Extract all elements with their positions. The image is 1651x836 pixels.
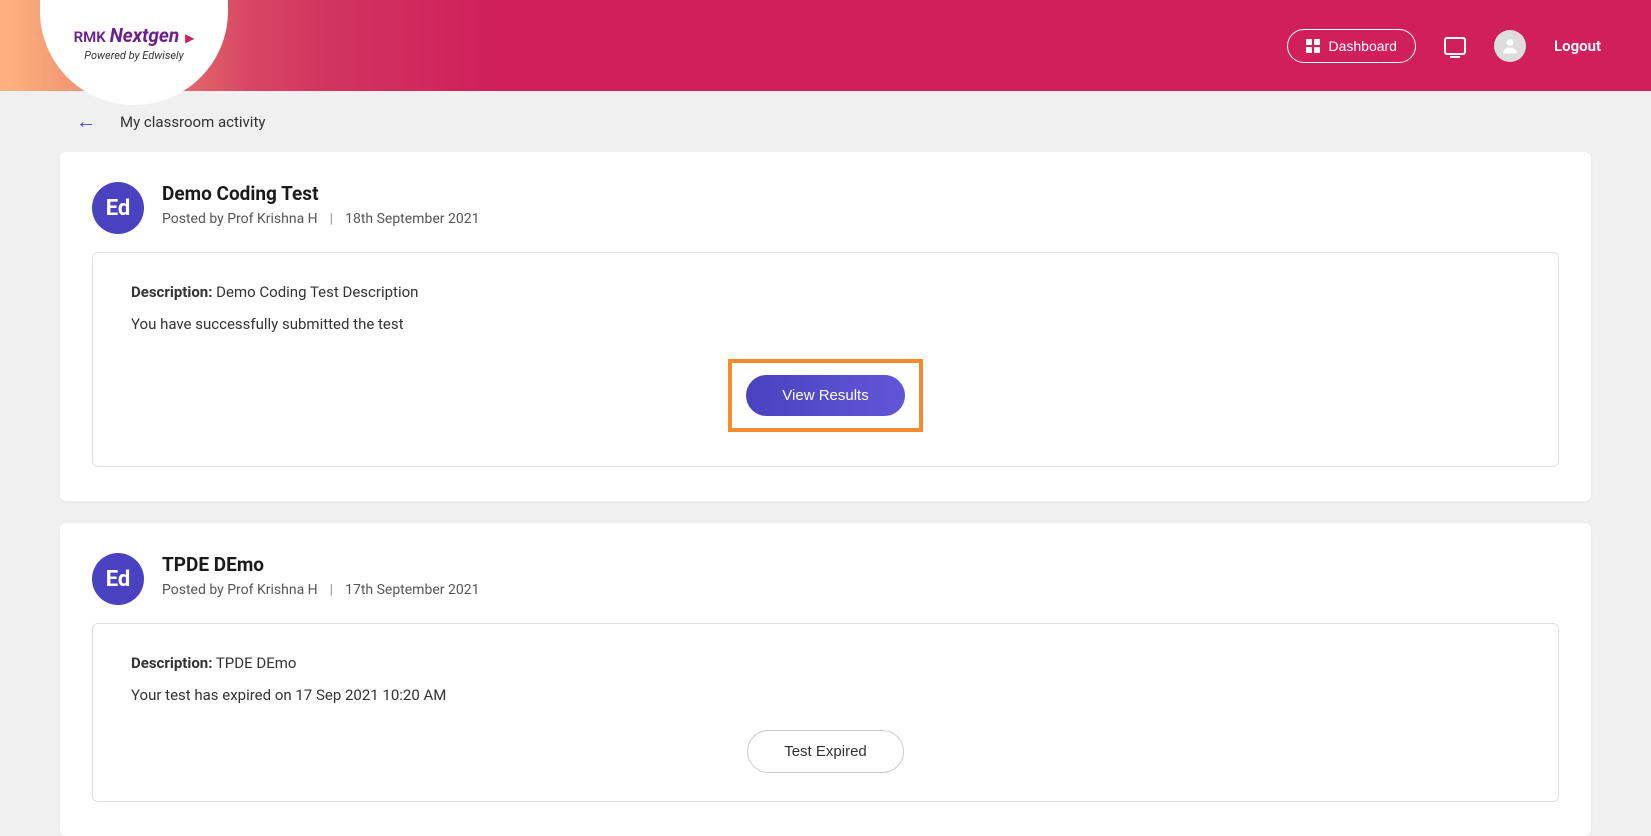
card-header: Ed Demo Coding Test Posted by Prof Krish… <box>92 182 1559 234</box>
view-results-button[interactable]: View Results <box>746 375 904 416</box>
description-value: Demo Coding Test Description <box>216 283 418 301</box>
logo-main: RMK Nextgen ▶ <box>74 24 195 47</box>
logo-rmk-text: RMK <box>74 28 106 46</box>
activity-card: Ed Demo Coding Test Posted by Prof Krish… <box>60 152 1591 501</box>
logo-nextgen-text: Nextgen <box>110 24 179 47</box>
description-value: TPDE DEmo <box>216 654 297 672</box>
description-row: Description: Demo Coding Test Descriptio… <box>131 283 1520 301</box>
highlight-annotation: View Results <box>728 359 922 432</box>
card-title-area: Demo Coding Test Posted by Prof Krishna … <box>162 182 1559 227</box>
logo-arrow-icon: ▶ <box>185 31 194 45</box>
test-expired-button: Test Expired <box>747 730 904 773</box>
ed-badge: Ed <box>92 182 144 234</box>
card-body: Description: TPDE DEmo Your test has exp… <box>92 623 1559 802</box>
card-title-area: TPDE DEmo Posted by Prof Krishna H | 17t… <box>162 553 1559 598</box>
button-row: Test Expired <box>131 730 1520 773</box>
post-date: 17th September 2021 <box>345 582 479 598</box>
status-text: Your test has expired on 17 Sep 2021 10:… <box>131 686 1520 704</box>
posted-by: Posted by Prof Krishna H <box>162 211 318 227</box>
meta-divider: | <box>330 211 333 227</box>
card-body: Description: Demo Coding Test Descriptio… <box>92 252 1559 467</box>
monitor-icon[interactable] <box>1444 37 1466 55</box>
logout-button[interactable]: Logout <box>1554 37 1601 55</box>
card-meta: Posted by Prof Krishna H | 17th Septembe… <box>162 582 1559 598</box>
card-header: Ed TPDE DEmo Posted by Prof Krishna H | … <box>92 553 1559 605</box>
app-header: RMK Nextgen ▶ Powered by Edwisely Dashbo… <box>0 0 1651 91</box>
description-label: Description: <box>131 283 212 301</box>
avatar-icon[interactable] <box>1494 30 1526 62</box>
header-right: Dashboard Logout <box>1287 29 1651 63</box>
meta-divider: | <box>330 582 333 598</box>
dashboard-button[interactable]: Dashboard <box>1287 29 1416 63</box>
dashboard-grid-icon <box>1306 39 1320 53</box>
description-label: Description: <box>131 654 212 672</box>
logo-container: RMK Nextgen ▶ Powered by Edwisely <box>40 0 228 105</box>
logo-powered-text: Powered by Edwisely <box>84 49 183 62</box>
activity-card: Ed TPDE DEmo Posted by Prof Krishna H | … <box>60 523 1591 836</box>
breadcrumb: ← My classroom activity <box>0 91 1651 152</box>
card-meta: Posted by Prof Krishna H | 18th Septembe… <box>162 211 1559 227</box>
dashboard-label: Dashboard <box>1328 38 1397 54</box>
card-title: TPDE DEmo <box>162 553 1559 576</box>
button-row: View Results <box>131 359 1520 432</box>
breadcrumb-title: My classroom activity <box>120 113 265 131</box>
post-date: 18th September 2021 <box>345 211 479 227</box>
ed-badge: Ed <box>92 553 144 605</box>
card-title: Demo Coding Test <box>162 182 1559 205</box>
back-arrow-icon[interactable]: ← <box>76 109 96 134</box>
posted-by: Posted by Prof Krishna H <box>162 582 318 598</box>
status-text: You have successfully submitted the test <box>131 315 1520 333</box>
description-row: Description: TPDE DEmo <box>131 654 1520 672</box>
